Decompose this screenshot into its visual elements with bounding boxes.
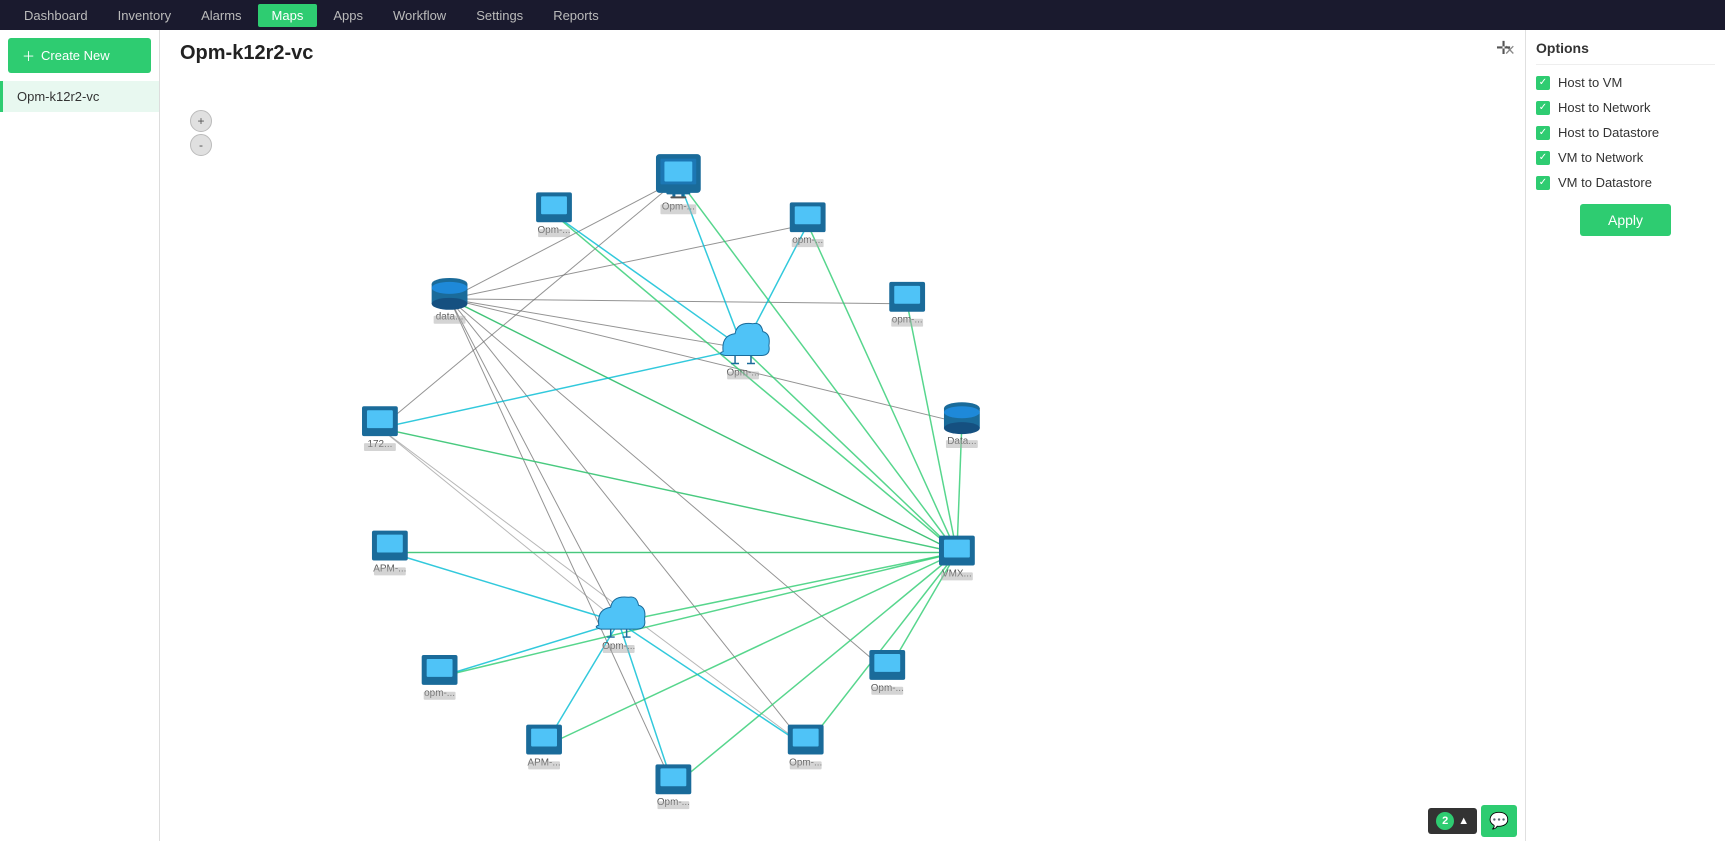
checkbox-vm-to-network[interactable] xyxy=(1536,151,1550,165)
option-host-to-vm-label: Host to VM xyxy=(1558,75,1622,90)
node-n2[interactable]: Opm-... xyxy=(536,192,572,237)
map-title: Opm-k12r2-vc xyxy=(160,30,1525,71)
nav-settings[interactable]: Settings xyxy=(462,4,537,27)
option-host-to-vm[interactable]: Host to VM xyxy=(1536,75,1715,90)
node-n14[interactable]: APM-... xyxy=(526,725,562,770)
checkbox-vm-to-datastore[interactable] xyxy=(1536,176,1550,190)
option-vm-to-network[interactable]: VM to Network xyxy=(1536,150,1715,165)
nav-inventory[interactable]: Inventory xyxy=(104,4,185,27)
node-n6[interactable]: Opm-... xyxy=(721,323,770,379)
node-n9[interactable]: APM-... xyxy=(372,531,408,576)
node-n16[interactable]: Opm-... xyxy=(655,764,691,809)
option-host-to-network-label: Host to Network xyxy=(1558,100,1650,115)
option-vm-to-network-label: VM to Network xyxy=(1558,150,1643,165)
node-n15[interactable]: Opm-... xyxy=(788,725,824,770)
nav-apps[interactable]: Apps xyxy=(319,4,377,27)
options-header: Options xyxy=(1536,40,1715,65)
options-panel: ✛ Options Host to VM Host to Network Hos… xyxy=(1525,30,1725,841)
map-area: Opm-k12r2-vc × + - xyxy=(160,30,1525,841)
node-n3[interactable]: opm-... xyxy=(790,202,826,247)
option-vm-to-datastore[interactable]: VM to Datastore xyxy=(1536,175,1715,190)
node-n13[interactable]: Opm-... xyxy=(869,650,905,695)
option-host-to-network[interactable]: Host to Network xyxy=(1536,100,1715,115)
zoom-out-button[interactable]: - xyxy=(190,134,212,156)
nav-alarms[interactable]: Alarms xyxy=(187,4,255,27)
alarm-count: 2 xyxy=(1436,812,1454,830)
checkbox-host-to-datastore[interactable] xyxy=(1536,126,1550,140)
node-n11[interactable]: Opm-... xyxy=(596,597,645,653)
node-n7[interactable]: 172... xyxy=(362,406,398,451)
node-n1[interactable]: Opm-... xyxy=(656,155,700,215)
zoom-controls: + - xyxy=(190,110,212,156)
alarm-badge[interactable]: 2 ▲ xyxy=(1428,808,1477,834)
option-host-to-datastore[interactable]: Host to Datastore xyxy=(1536,125,1715,140)
plus-icon: ＋ xyxy=(22,46,35,65)
option-vm-to-datastore-label: VM to Datastore xyxy=(1558,175,1652,190)
node-n12[interactable]: opm-... xyxy=(422,655,458,700)
sidebar: ＋ Create New Opm-k12r2-vc xyxy=(0,30,160,841)
node-n4[interactable]: data... xyxy=(432,278,468,324)
move-icon[interactable]: ✛ xyxy=(1496,38,1511,59)
node-n8[interactable]: Data... xyxy=(944,402,980,448)
checkbox-host-to-network[interactable] xyxy=(1536,101,1550,115)
alarm-label: ▲ xyxy=(1458,815,1469,827)
network-map-svg: Opm-... Opm-... opm-... xyxy=(160,75,1525,841)
nav-reports[interactable]: Reports xyxy=(539,4,613,27)
nav-dashboard[interactable]: Dashboard xyxy=(10,4,102,27)
zoom-in-button[interactable]: + xyxy=(190,110,212,132)
top-navigation: Dashboard Inventory Alarms Maps Apps Wor… xyxy=(0,0,1725,30)
checkbox-host-to-vm[interactable] xyxy=(1536,76,1550,90)
create-new-button[interactable]: ＋ Create New xyxy=(8,38,151,73)
nav-maps[interactable]: Maps xyxy=(258,4,318,27)
chat-button[interactable]: 💬 xyxy=(1481,805,1517,837)
node-n5[interactable]: opm-... xyxy=(889,282,925,327)
bottom-bar: 2 ▲ 💬 xyxy=(1420,801,1525,841)
apply-button[interactable]: Apply xyxy=(1580,204,1671,236)
node-n10[interactable]: VMX... xyxy=(939,536,975,581)
sidebar-item-map[interactable]: Opm-k12r2-vc xyxy=(0,81,159,112)
option-host-to-datastore-label: Host to Datastore xyxy=(1558,125,1659,140)
nav-workflow[interactable]: Workflow xyxy=(379,4,460,27)
